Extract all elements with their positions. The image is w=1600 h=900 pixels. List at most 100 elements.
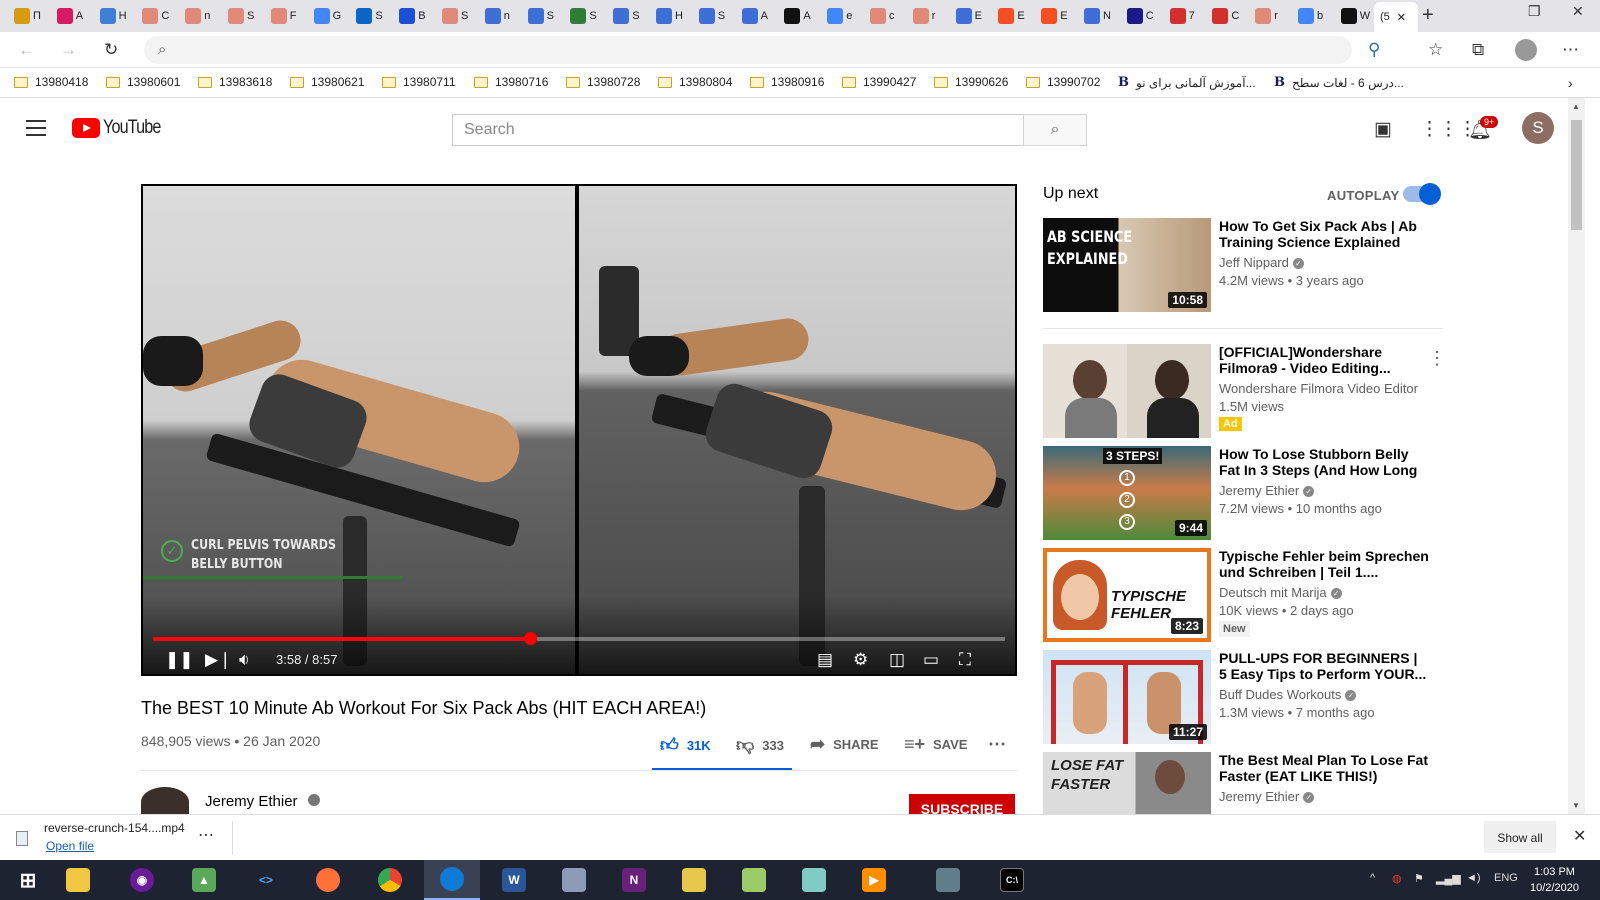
chevron-right-icon[interactable]: › [1568, 75, 1573, 91]
rec-title[interactable]: Typische Fehler beim Sprechen und Schrei… [1219, 548, 1429, 580]
calculator-icon[interactable] [920, 860, 976, 900]
browser-tab[interactable]: S [613, 4, 640, 28]
flag-icon[interactable]: ⚑ [1414, 872, 1424, 885]
favorite-folder[interactable]: 13980418 [14, 75, 88, 89]
theater-mode-icon[interactable]: ▭ [923, 650, 939, 670]
start-button[interactable]: ⊞ [0, 860, 56, 900]
favorite-folder[interactable]: 13980621 [290, 75, 364, 89]
show-all-button[interactable]: Show all [1484, 821, 1556, 853]
fullscreen-icon[interactable]: ⛶ [959, 650, 971, 670]
rec-title[interactable]: The Best Meal Plan To Lose Fat Faster (E… [1219, 752, 1429, 784]
dislike-button[interactable]: 👎︎ 333 [736, 734, 784, 756]
favorite-folder[interactable]: 13980711 [382, 75, 456, 89]
app-icon[interactable]: ▲ [176, 860, 232, 900]
browser-tab[interactable]: H [99, 4, 127, 28]
rec-channel[interactable]: Jeremy Ethier ✓ [1219, 789, 1315, 804]
subscribe-button[interactable]: SUBSCRIBE [909, 794, 1015, 817]
browser-tab[interactable]: S [228, 4, 254, 28]
rec-channel[interactable]: Buff Dudes Workouts ✓ [1219, 687, 1357, 702]
browser-tab[interactable]: r [912, 4, 935, 28]
browser-tab[interactable]: G [313, 4, 341, 28]
save-button[interactable]: ≡+ SAVE [904, 734, 967, 755]
back-icon[interactable]: ← [18, 40, 35, 60]
favorite-folder[interactable]: 13980601 [106, 75, 180, 89]
settings-gear-icon[interactable]: ⚙ [853, 650, 868, 670]
firefox-icon[interactable] [300, 860, 356, 900]
favorite-folder[interactable]: 13990702 [1026, 75, 1100, 89]
browser-tab[interactable]: C [1126, 4, 1154, 28]
podcast-app-icon[interactable]: ◉ [114, 860, 170, 900]
scroll-thumb[interactable] [1571, 120, 1582, 230]
favorite-folder[interactable]: 13980916 [750, 75, 824, 89]
download-more-icon[interactable]: ⋯ [198, 825, 214, 845]
recommended-video[interactable]: LOSE FAT FASTER The Best Meal Plan To Lo… [1043, 752, 1443, 814]
browser-tab[interactable]: e [827, 4, 852, 28]
rec-channel[interactable]: Wondershare Filmora Video Editor [1219, 381, 1418, 396]
search-button[interactable]: ⌕ [1023, 114, 1087, 146]
browser-tab[interactable]: N [1084, 4, 1111, 28]
video-thumbnail[interactable]: TYPISCHE FEHLER 8:23 [1043, 548, 1211, 642]
rec-channel[interactable]: Jeremy Ethier ✓ [1219, 483, 1315, 498]
recommended-video[interactable]: 3 STEPS! 1 2 3 9:44 How To Lose Stubborn… [1043, 446, 1443, 540]
app-tray-icon[interactable]: ◍ [1392, 872, 1402, 885]
close-tab-icon[interactable]: ✕ [1397, 11, 1406, 24]
favorite-folder[interactable]: 13980728 [566, 75, 640, 89]
favorite-folder[interactable]: 13980804 [658, 75, 732, 89]
file-explorer-icon[interactable] [50, 860, 106, 900]
recommended-ad[interactable]: [OFFICIAL]Wondershare Filmora9 - Video E… [1043, 344, 1446, 438]
autoplay-toggle[interactable] [1403, 183, 1441, 205]
browser-tab[interactable]: A [784, 4, 811, 28]
page-scrollbar[interactable]: ▲ ▼ [1568, 98, 1585, 814]
youtube-logo[interactable]: YouTube [72, 117, 171, 139]
favorites-icon[interactable]: ☆ [1428, 40, 1443, 60]
browser-tab[interactable]: b [1298, 4, 1323, 28]
scroll-up-icon[interactable]: ▲ [1572, 102, 1580, 111]
app-icon[interactable] [786, 860, 842, 900]
recommended-video[interactable]: AB SCIENCE EXPLAINED 10:58 How To Get Si… [1043, 218, 1443, 312]
kebab-menu-icon[interactable]: ⋮ [1428, 348, 1446, 369]
scroll-down-icon[interactable]: ▼ [1572, 801, 1580, 810]
browser-tab[interactable]: S [698, 4, 725, 28]
favorite-folder[interactable]: 13990427 [842, 75, 916, 89]
rec-title[interactable]: PULL-UPS FOR BEGINNERS | 5 Easy Tips to … [1219, 650, 1429, 682]
fav-link[interactable]: B درس 6 - لغات سطح... [1274, 75, 1404, 90]
browser-tab[interactable]: E [1041, 4, 1068, 28]
channel-name[interactable]: Jeremy Ethier [205, 793, 320, 810]
search-input[interactable]: Search [452, 114, 1023, 146]
browser-tab[interactable]: A [56, 4, 83, 28]
browser-tab[interactable]: B [399, 4, 426, 28]
video-thumbnail[interactable]: 11:27 [1043, 650, 1211, 744]
terminal-icon[interactable]: C:\ [984, 860, 1040, 900]
forward-icon[interactable]: → [60, 40, 77, 60]
rec-title[interactable]: How To Lose Stubborn Belly Fat In 3 Step… [1219, 446, 1429, 478]
rec-title[interactable]: How To Get Six Pack Abs | Ab Training Sc… [1219, 218, 1429, 250]
browser-tab[interactable]: Π [14, 4, 41, 28]
browser-tab[interactable]: n [484, 4, 510, 28]
extension-icon[interactable]: ⚲ [1368, 40, 1380, 60]
browser-tab[interactable]: c [870, 4, 895, 28]
restore-window-icon[interactable]: ❐ [1528, 3, 1541, 20]
video-player[interactable]: ✓ CURL PELVIS TOWARDS BELLY BUTTON ❚❚ ▶❘… [141, 184, 1017, 676]
close-window-icon[interactable]: ✕ [1572, 3, 1584, 20]
rec-title[interactable]: [OFFICIAL]Wondershare Filmora9 - Video E… [1219, 344, 1429, 376]
word-icon[interactable]: W [486, 860, 542, 900]
download-filename[interactable]: reverse-crunch-154....mp4 [44, 821, 185, 835]
browser-tab[interactable]: C [1212, 4, 1239, 28]
profile-avatar[interactable] [1515, 39, 1537, 61]
browser-tab[interactable]: S [527, 4, 554, 28]
browser-tab[interactable]: S [570, 4, 597, 28]
video-progress-bar[interactable] [153, 632, 1005, 645]
recommended-video[interactable]: 11:27 PULL-UPS FOR BEGINNERS | 5 Easy Ti… [1043, 650, 1443, 744]
volume-icon[interactable]: 🔉︎ [239, 650, 250, 670]
video-thumbnail[interactable]: 3 STEPS! 1 2 3 9:44 [1043, 446, 1211, 540]
video-thumbnail[interactable]: AB SCIENCE EXPLAINED 10:58 [1043, 218, 1211, 312]
clock[interactable]: 1:03 PM 10/2/2020 [1530, 864, 1579, 896]
favorite-folder[interactable]: 13983618 [198, 75, 272, 89]
browser-tab[interactable]: F [270, 4, 297, 28]
browser-tab[interactable]: r [1255, 4, 1278, 28]
language-indicator[interactable]: ENG [1494, 872, 1518, 884]
close-download-bar-icon[interactable]: ✕ [1573, 826, 1586, 846]
account-avatar[interactable]: S [1522, 112, 1554, 144]
browser-tab[interactable]: S [442, 4, 468, 28]
subtitles-icon[interactable]: ▤ [817, 650, 833, 670]
